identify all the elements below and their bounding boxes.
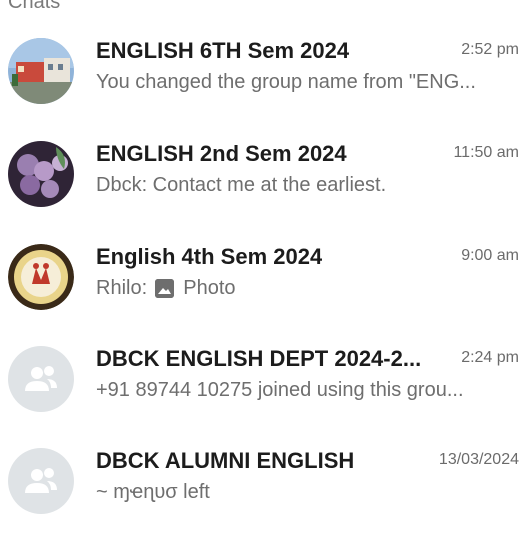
group-avatar[interactable] — [8, 38, 74, 104]
chat-row-english-6th[interactable]: ENGLISH 6TH Sem 2024 2:52 pm You changed… — [0, 38, 523, 138]
photo-icon — [154, 279, 174, 299]
chat-time: 9:00 am — [461, 247, 519, 264]
chat-row-dbck-alumni[interactable]: DBCK ALUMNI ENGLISH 13/03/2024 ~ ɱҽɳυσ l… — [0, 448, 523, 548]
berries-photo-icon — [8, 141, 74, 207]
preview-sender: Rhilo: — [96, 277, 148, 300]
group-avatar[interactable] — [8, 141, 74, 207]
group-icon — [25, 468, 57, 493]
chat-time: 13/03/2024 — [438, 451, 519, 468]
preview-text: Photo — [183, 277, 236, 300]
chat-preview: ~ ɱҽɳυσ left — [96, 481, 210, 503]
chat-preview: Dbck: Contact me at the earliest. — [96, 174, 387, 196]
chat-name: English 4th Sem 2024 — [96, 244, 323, 269]
chat-row-dbck-english-dept[interactable]: DBCK ENGLISH DEPT 2024-2... 2:24 pm +91 … — [0, 346, 523, 446]
emblem-logo-icon — [8, 244, 74, 310]
chat-time: 11:50 am — [453, 144, 519, 161]
chat-name: DBCK ALUMNI ENGLISH — [96, 448, 355, 473]
section-header-partial: Chats — [8, 0, 61, 13]
chat-preview: Rhilo: Photo — [96, 277, 236, 300]
group-icon — [25, 366, 57, 391]
group-avatar[interactable] — [8, 346, 74, 412]
chat-name: DBCK ENGLISH DEPT 2024-2... — [96, 346, 422, 371]
chat-preview: You changed the group name from "ENG... — [96, 71, 476, 93]
building-photo-icon — [8, 38, 74, 104]
chat-time: 2:24 pm — [461, 349, 519, 366]
chat-time: 2:52 pm — [461, 41, 519, 58]
chat-row-english-4th[interactable]: English 4th Sem 2024 9:00 am Rhilo: Phot… — [0, 244, 523, 344]
chat-row-english-2nd[interactable]: ENGLISH 2nd Sem 2024 11:50 am Dbck: Cont… — [0, 141, 523, 241]
group-avatar[interactable] — [8, 448, 74, 514]
chat-preview: +91 89744 10275 joined using this grou..… — [96, 379, 464, 401]
chat-name: ENGLISH 2nd Sem 2024 — [96, 141, 347, 166]
chat-name: ENGLISH 6TH Sem 2024 — [96, 38, 350, 63]
group-avatar[interactable] — [8, 244, 74, 310]
